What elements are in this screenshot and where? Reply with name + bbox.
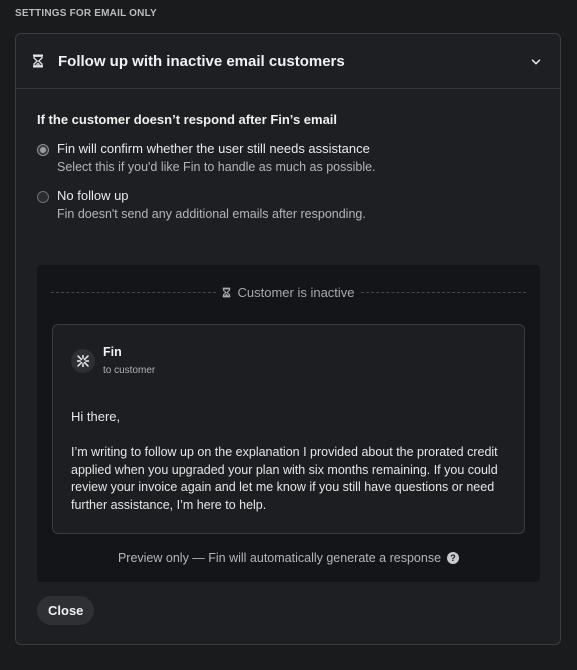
sender-name: Fin bbox=[103, 345, 122, 359]
radio-no-follow-up[interactable] bbox=[37, 191, 49, 203]
hourglass-icon bbox=[222, 287, 231, 298]
email-body: I’m writing to follow up on the explanat… bbox=[71, 445, 498, 512]
inactive-divider: Customer is inactive bbox=[51, 282, 527, 302]
fin-logo-icon bbox=[71, 349, 95, 373]
follow-up-panel: Follow up with inactive email customers … bbox=[15, 33, 561, 645]
hourglass-icon bbox=[32, 54, 44, 68]
panel-title: Follow up with inactive email customers bbox=[58, 52, 345, 70]
option-description: Select this if you'd like Fin to handle … bbox=[57, 160, 376, 174]
option-confirm-assistance[interactable]: Fin will confirm whether the user still … bbox=[37, 141, 539, 176]
email-greeting: Hi there, bbox=[71, 409, 121, 424]
close-button[interactable]: Close bbox=[37, 596, 95, 625]
preview-note: Preview only — Fin will automatically ge… bbox=[37, 551, 540, 565]
preview-note-text: Preview only — Fin will automatically ge… bbox=[117, 551, 442, 565]
follow-up-question: If the customer doesn’t respond after Fi… bbox=[37, 112, 338, 127]
option-title: Fin will confirm whether the user still … bbox=[57, 141, 370, 156]
email-preview: Customer is inactive Fin to customer Hi … bbox=[37, 265, 540, 582]
inactive-label: Customer is inactive bbox=[216, 285, 360, 300]
divider-line bbox=[51, 291, 217, 293]
chevron-down-icon[interactable] bbox=[530, 55, 542, 67]
option-title: No follow up bbox=[57, 188, 129, 203]
email-card: Fin to customer Hi there, I’m writing to… bbox=[52, 324, 525, 534]
divider-line bbox=[360, 291, 527, 293]
question-icon[interactable]: ? bbox=[447, 552, 460, 564]
radio-confirm-assistance[interactable] bbox=[37, 144, 49, 156]
recipient-label: to customer bbox=[103, 365, 156, 376]
inactive-text: Customer is inactive bbox=[237, 284, 355, 300]
section-heading: SETTINGS FOR EMAIL ONLY bbox=[15, 8, 157, 19]
option-no-follow-up[interactable]: No follow up Fin doesn't send any additi… bbox=[37, 188, 539, 223]
option-description: Fin doesn't send any additional emails a… bbox=[57, 207, 366, 221]
panel-header[interactable]: Follow up with inactive email customers bbox=[16, 34, 560, 89]
